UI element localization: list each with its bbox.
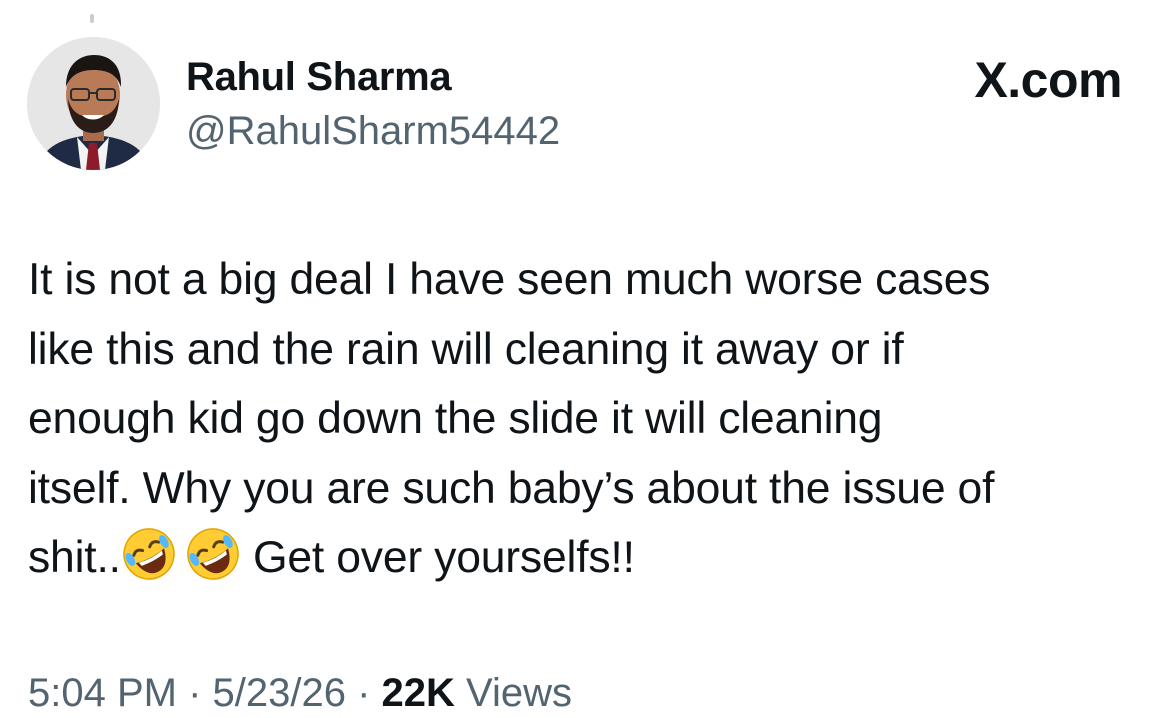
meta-separator: · bbox=[176, 671, 213, 715]
tweet-line: It is not a big deal I have seen much wo… bbox=[28, 255, 991, 304]
tweet-line-end: Get over yourselfs!! bbox=[240, 533, 635, 582]
tweet-meta: 5:04 PM · 5/23/26 · 22K Views bbox=[28, 668, 572, 718]
tweet-time[interactable]: 5:04 PM bbox=[28, 671, 177, 715]
tweet-line-start: shit.. bbox=[28, 533, 121, 582]
avatar[interactable] bbox=[27, 37, 160, 170]
tweet-line-last: shit.. Get over yourselfs!! bbox=[28, 523, 1158, 593]
avatar-image bbox=[27, 37, 160, 170]
views-label: Views bbox=[454, 671, 573, 715]
top-dot bbox=[90, 14, 94, 23]
rolling-on-the-floor-laughing-emoji bbox=[123, 528, 175, 580]
tweet-date[interactable]: 5/23/26 bbox=[213, 671, 346, 715]
tweet-line: like this and the rain will cleaning it … bbox=[28, 324, 904, 374]
tweet-line: itself. Why you are such baby’s about th… bbox=[28, 463, 995, 513]
author-handle[interactable]: @RahulSharm54442 bbox=[186, 106, 560, 156]
rolling-on-the-floor-laughing-emoji bbox=[187, 528, 239, 580]
views-count[interactable]: 22K bbox=[382, 671, 455, 715]
meta-separator: · bbox=[345, 671, 382, 715]
tweet-line: enough kid go down the slide it will cle… bbox=[28, 394, 883, 443]
brand-label: X.com bbox=[974, 52, 1122, 108]
author-display-name[interactable]: Rahul Sharma bbox=[186, 52, 452, 102]
tweet-text: It is not a big deal I have seen much wo… bbox=[28, 245, 1158, 593]
